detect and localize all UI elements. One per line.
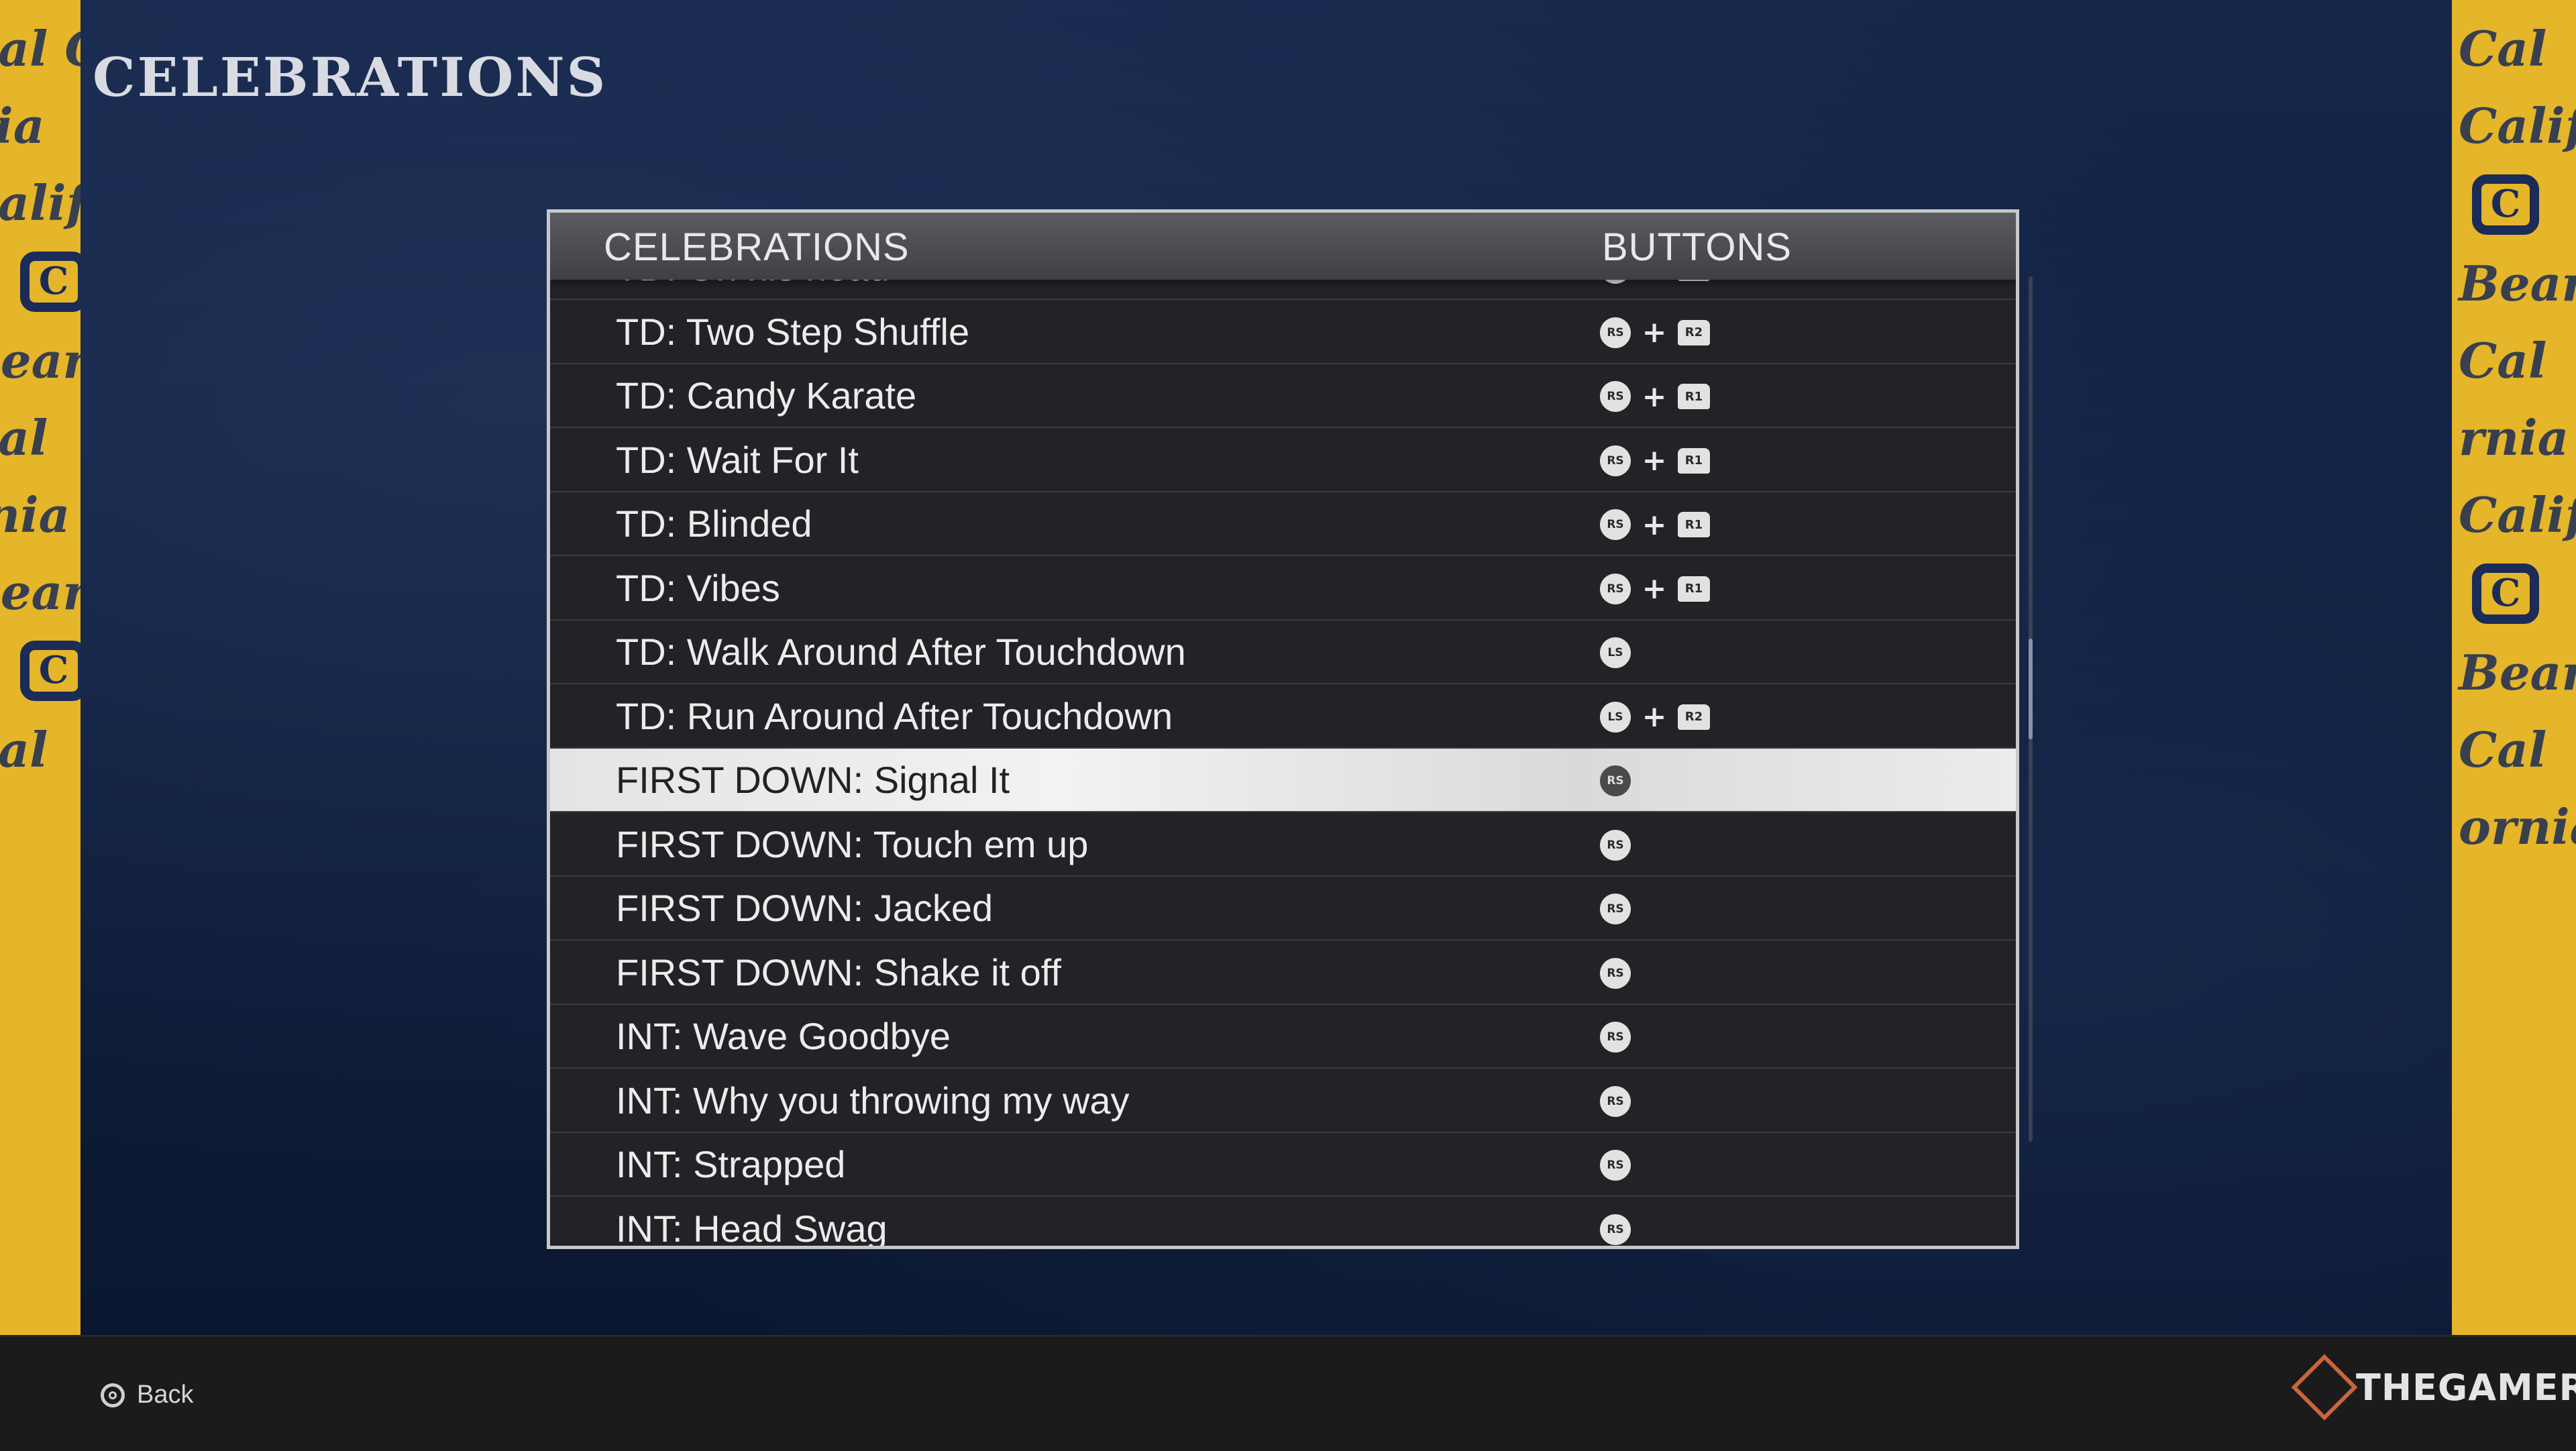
button-combo: RS — [1600, 1148, 1631, 1183]
right-stick-icon: RS — [1600, 1022, 1631, 1053]
table-row[interactable]: FIRST DOWN: Shake it off RS — [550, 941, 2016, 1005]
r1-button-icon: R1 — [1678, 384, 1710, 409]
watermark-text: THEGAMER — [2356, 1366, 2576, 1409]
celebration-name: FIRST DOWN: Jacked — [616, 887, 994, 929]
right-stick-icon: RS — [1600, 509, 1631, 540]
button-combo: RS + R2 — [1600, 315, 1710, 350]
right-stick-icon: RS — [1600, 381, 1631, 412]
left-stick-icon: LS — [1600, 701, 1631, 733]
button-combo: RS — [1600, 763, 1631, 798]
table-row[interactable]: TD: Candy Karate RS + R1 — [550, 364, 2016, 428]
r1-button-icon: R1 — [1678, 576, 1710, 602]
celebration-name: INT: Wave Goodbye — [616, 1015, 951, 1057]
table-row[interactable]: INT: Why you throwing my way RS — [550, 1069, 2016, 1133]
table-row[interactable]: TD: Wait For It RS + R1 — [550, 429, 2016, 492]
celebration-name: TD: Blinded — [616, 502, 812, 545]
table-row[interactable]: TD: Run Around After Touchdown LS + R2 — [550, 685, 2016, 749]
column-header-celebrations: CELEBRATIONS — [604, 225, 910, 269]
plus-icon: + — [1642, 572, 1667, 606]
r2-button-icon: R2 — [1678, 319, 1710, 345]
table-row[interactable]: INT: Strapped RS — [550, 1133, 2016, 1197]
right-stick-icon: RS — [1600, 894, 1631, 924]
celebrations-table: CELEBRATIONS BUTTONS TD: On his headRS+R… — [547, 209, 2019, 1249]
right-stick-icon: RS — [1600, 1085, 1631, 1117]
left-team-banner: Cal Cal nia Calif C Bears Cal rnia Bears… — [0, 0, 80, 1335]
right-stick-icon: RS — [1600, 765, 1631, 796]
table-row[interactable]: FIRST DOWN: Jacked RS — [550, 877, 2016, 941]
right-stick-icon: RS — [1600, 573, 1631, 604]
back-label: Back — [137, 1381, 194, 1409]
table-row[interactable]: INT: Wave Goodbye RS — [550, 1005, 2016, 1069]
table-row[interactable]: TD: Vibes RS + R1 — [550, 557, 2016, 621]
right-stick-icon: RS — [1600, 1214, 1631, 1245]
team-logo-icon: C — [20, 252, 80, 312]
table-row[interactable]: FIRST DOWN: Signal It RS — [550, 749, 2016, 812]
celebration-name: INT: Head Swag — [616, 1207, 888, 1249]
circle-button-icon — [101, 1383, 125, 1407]
plus-icon: + — [1642, 700, 1667, 734]
team-logo-icon: C — [2472, 174, 2539, 235]
celebration-name: TD: Wait For It — [616, 438, 859, 481]
right-stick-icon: RS — [1600, 1150, 1631, 1181]
table-row[interactable]: INT: Head Swag RS — [550, 1197, 2016, 1249]
button-combo: RS — [1600, 1212, 1631, 1246]
button-combo: RS — [1600, 956, 1631, 991]
button-combo: RS — [1600, 828, 1631, 863]
footer-bar: Back THEGAMER — [0, 1335, 2576, 1451]
celebration-name: TD: Run Around After Touchdown — [616, 694, 1173, 737]
column-header-buttons: BUTTONS — [1602, 225, 1792, 269]
celebration-name: FIRST DOWN: Signal It — [616, 759, 1010, 801]
celebration-name: FIRST DOWN: Shake it off — [616, 951, 1061, 993]
team-logo-icon: C — [20, 641, 80, 701]
table-row[interactable]: TD: Walk Around After Touchdown LS — [550, 621, 2016, 684]
r1-button-icon: R1 — [1678, 447, 1710, 474]
right-team-banner: Cal California C Bears Cal rnia Californ… — [2452, 0, 2576, 1335]
thegamer-watermark: THEGAMER — [2291, 1354, 2576, 1421]
left-stick-icon: LS — [1600, 637, 1631, 668]
celebration-name: TD: Vibes — [616, 566, 780, 609]
button-combo: LS + R2 — [1600, 700, 1710, 735]
table-row[interactable]: FIRST DOWN: Touch em up RS — [550, 813, 2016, 877]
plus-icon: + — [1642, 507, 1667, 542]
table-row[interactable]: TD: Blinded RS + R1 — [550, 492, 2016, 556]
celebration-name: TD: Two Step Shuffle — [616, 310, 970, 353]
celebration-name: INT: Why you throwing my way — [616, 1079, 1130, 1122]
r1-button-icon: R1 — [1678, 512, 1710, 537]
button-combo: RS — [1600, 1084, 1631, 1119]
table-row[interactable]: TD: Two Step Shuffle RS + R2 — [550, 301, 2016, 364]
button-combo: LS — [1600, 635, 1631, 670]
button-combo: RS — [1600, 1020, 1631, 1055]
right-stick-icon: RS — [1600, 317, 1631, 348]
button-combo: RS + R1 — [1600, 379, 1710, 414]
thegamer-logo-icon — [2291, 1354, 2358, 1421]
celebration-name: TD: Walk Around After Touchdown — [616, 631, 1186, 673]
page-title: CELEBRATIONS — [93, 46, 608, 109]
celebration-name: TD: Candy Karate — [616, 374, 917, 417]
back-button[interactable]: Back — [101, 1381, 193, 1409]
scrollbar-thumb[interactable] — [2029, 639, 2033, 739]
team-logo-icon: C — [2472, 563, 2539, 624]
plus-icon: + — [1642, 379, 1667, 414]
table-header: CELEBRATIONS BUTTONS — [550, 213, 2016, 280]
r2-button-icon: R2 — [1678, 704, 1710, 730]
plus-icon: + — [1642, 315, 1667, 350]
celebration-name: FIRST DOWN: Touch em up — [616, 822, 1089, 865]
right-stick-icon: RS — [1600, 445, 1631, 476]
plus-icon: + — [1642, 443, 1667, 478]
right-stick-icon: RS — [1600, 829, 1631, 861]
button-combo: RS + R1 — [1600, 507, 1710, 542]
scrollbar[interactable] — [2029, 276, 2033, 1142]
button-combo: RS + R1 — [1600, 572, 1710, 606]
celebration-name: INT: Strapped — [616, 1143, 846, 1185]
button-combo: RS + R1 — [1600, 443, 1710, 478]
right-stick-icon: RS — [1600, 957, 1631, 989]
button-combo: RS — [1600, 892, 1631, 926]
